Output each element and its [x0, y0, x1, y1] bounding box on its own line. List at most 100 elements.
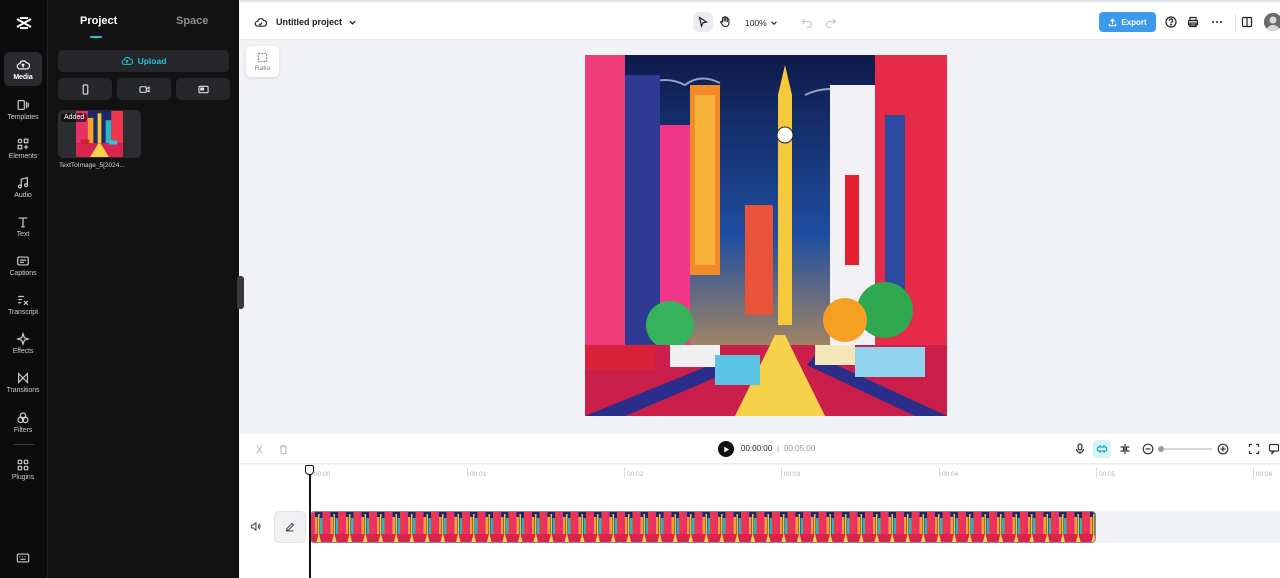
comment-icon[interactable] [1268, 443, 1280, 455]
rail-item-label: Transitions [6, 386, 40, 394]
project-title[interactable]: Untitled project [276, 17, 342, 27]
filter-phone-button[interactable] [58, 78, 112, 100]
video-clip[interactable] [310, 511, 1096, 543]
select-tool-button[interactable] [693, 12, 713, 32]
zoom-out-icon[interactable] [1142, 443, 1154, 455]
filters-icon [17, 411, 29, 423]
tick-label: 00:05 [1099, 471, 1116, 478]
filter-screen-button[interactable] [176, 78, 230, 100]
cloud-icon [16, 59, 30, 70]
export-icon [1109, 17, 1117, 26]
chevron-down-icon[interactable] [770, 19, 778, 27]
rail-item-transcript[interactable]: Transcript [4, 287, 42, 321]
tick-mark [1253, 468, 1254, 477]
rail-item-media[interactable]: Media [4, 52, 42, 86]
ratio-label: Ratio [254, 64, 271, 72]
keyboard-icon[interactable] [16, 551, 30, 565]
ratio-button[interactable]: Ratio [246, 46, 279, 77]
zoom-level[interactable]: 100% [745, 18, 767, 28]
captions-icon [17, 255, 29, 266]
redo-icon[interactable] [825, 16, 837, 28]
chevron-down-icon[interactable] [348, 18, 357, 27]
zoom-in-icon[interactable] [1217, 443, 1229, 455]
media-thumbnail[interactable]: Added [58, 110, 141, 158]
export-button[interactable]: Export [1099, 12, 1156, 32]
help-icon[interactable] [1165, 16, 1177, 28]
top-bar: Untitled project 100% Export [240, 4, 1280, 40]
playback-bar: 00:00:00 | 00:05:00 [240, 434, 1280, 464]
play-button[interactable] [718, 441, 734, 457]
cover-edit-button[interactable] [274, 511, 306, 543]
hand-icon [720, 16, 730, 28]
tick-mark [939, 468, 940, 477]
tab-space[interactable]: Space [176, 15, 208, 27]
toolbar-divider [1235, 14, 1236, 30]
cursor-icon [698, 16, 709, 28]
elements-icon [17, 138, 29, 149]
added-badge: Added [61, 113, 88, 122]
rail-item-label: Effects [12, 347, 34, 355]
rail-item-label: Elements [8, 152, 38, 160]
tab-project[interactable]: Project [80, 15, 117, 27]
rail-item-label: Text [16, 230, 30, 238]
capcut-logo-icon[interactable] [14, 13, 34, 33]
rail-item-templates[interactable]: Templates [4, 92, 42, 126]
current-time: 00:00:00 [741, 444, 773, 453]
rail-item-text[interactable]: Text [4, 209, 42, 243]
panel-collapse-handle[interactable] [237, 276, 244, 309]
rail-item-transitions[interactable]: Transitions [4, 365, 42, 399]
phone-icon [82, 83, 88, 95]
play-icon [723, 446, 729, 452]
timeline[interactable]: 00:00 00:01 00:02 00:03 00:04 00:05 00:0… [240, 465, 1280, 578]
print-icon[interactable] [1187, 16, 1199, 28]
auto-snap-icon[interactable] [1096, 443, 1108, 455]
tick-label: 00:03 [784, 471, 801, 478]
rail-item-label: Captions [9, 269, 37, 277]
tick-label: 00:06 [1256, 471, 1273, 478]
rail-item-label: Audio [14, 191, 32, 199]
export-label: Export [1121, 17, 1147, 27]
avatar[interactable] [1264, 13, 1280, 31]
link-clips-icon[interactable] [1119, 443, 1131, 455]
delete-icon[interactable] [278, 444, 289, 455]
plugins-icon [17, 459, 29, 470]
text-icon [18, 216, 28, 227]
rail-item-effects[interactable]: Effects [4, 326, 42, 360]
rail-item-plugins[interactable]: Plugins [4, 452, 42, 486]
transcript-icon [18, 295, 29, 305]
fullscreen-icon[interactable] [1248, 443, 1260, 455]
cloud-save-icon[interactable] [254, 16, 267, 29]
filter-camera-button[interactable] [117, 78, 171, 100]
undo-icon[interactable] [801, 16, 813, 28]
tick-mark [467, 468, 468, 477]
templates-icon [17, 99, 29, 110]
more-icon[interactable] [1211, 16, 1223, 28]
timeline-zoom-slider[interactable] [1158, 448, 1212, 450]
pencil-icon [285, 522, 295, 532]
media-panel: Project Space Upload Added TextToImage_5… [48, 0, 239, 578]
rail-item-captions[interactable]: Captions [4, 248, 42, 282]
upload-cloud-icon [121, 56, 133, 65]
hand-tool-button[interactable] [715, 12, 735, 32]
camera-icon [138, 85, 150, 93]
split-icon[interactable] [254, 444, 265, 455]
rail-item-label: Media [13, 73, 33, 81]
playhead-handle[interactable] [305, 465, 314, 475]
upload-button[interactable]: Upload [58, 50, 229, 72]
rail-item-filters[interactable]: Filters [4, 405, 42, 439]
rail-divider [14, 444, 34, 445]
effects-icon [16, 331, 30, 346]
microphone-icon[interactable] [1074, 443, 1086, 455]
video-preview[interactable] [585, 55, 947, 416]
timeline-zoom-handle[interactable] [1158, 446, 1164, 452]
tick-label: 00:02 [627, 471, 644, 478]
time-separator: | [777, 444, 780, 453]
total-time: 00:05:00 [784, 444, 816, 453]
tick-label: 00:01 [470, 471, 487, 478]
rail-item-elements[interactable]: Elements [4, 131, 42, 165]
rail-item-label: Plugins [11, 473, 35, 481]
playhead[interactable] [309, 471, 311, 578]
rail-item-audio[interactable]: Audio [4, 170, 42, 204]
layout-panel-icon[interactable] [1241, 16, 1253, 28]
speaker-icon[interactable] [250, 521, 261, 532]
